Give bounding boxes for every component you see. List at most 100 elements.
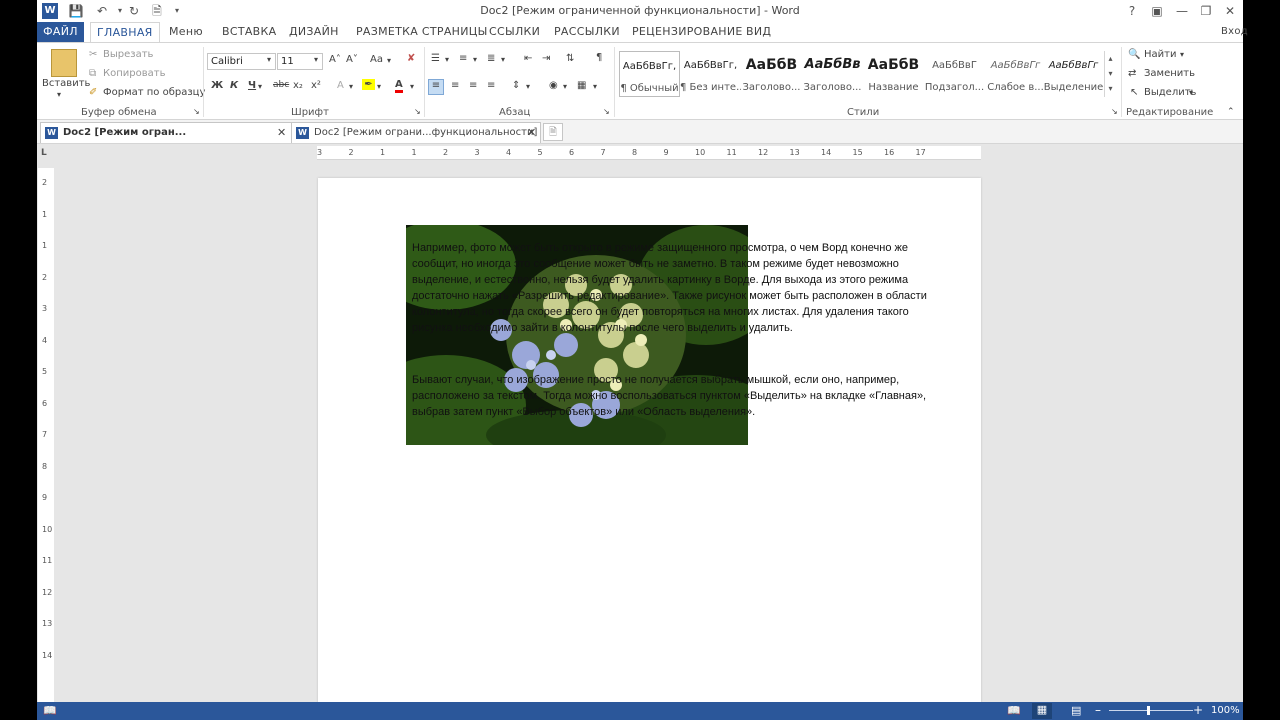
save-icon[interactable]: 💾 [67, 2, 85, 20]
decrease-indent-icon[interactable]: ⇤ [524, 53, 532, 64]
style-heading1[interactable]: АаБбВ Заголово... [741, 51, 802, 97]
tab-mailings[interactable]: РАССЫЛКИ [548, 22, 626, 42]
align-center-icon[interactable]: ≡ [451, 80, 459, 91]
zoom-in-icon[interactable]: + [1193, 703, 1203, 717]
undo-icon[interactable]: ↶ [93, 2, 111, 20]
zoom-level[interactable]: 100% [1211, 705, 1240, 716]
increase-indent-icon[interactable]: ⇥ [542, 53, 550, 64]
grow-font-icon[interactable]: A˄ [329, 54, 341, 65]
paragraph-1[interactable]: Например, фото может быть открыто в режи… [412, 240, 952, 336]
minimize-icon[interactable]: — [1171, 2, 1193, 20]
shading-icon[interactable]: ◉ [549, 80, 558, 91]
styles-scroll-icon[interactable]: ▴ ▾ ▾ [1104, 51, 1116, 97]
close-tab-icon[interactable]: ✕ [277, 123, 286, 143]
customize-qat-icon[interactable]: ▾ [168, 2, 186, 20]
line-spacing-icon[interactable]: ⇕ [512, 80, 520, 91]
zoom-slider-thumb[interactable] [1147, 706, 1150, 715]
tab-references[interactable]: ССЫЛКИ [483, 22, 546, 42]
underline-button[interactable]: Ч [248, 80, 256, 91]
borders-icon[interactable]: ▦ [577, 80, 586, 91]
copy-button[interactable]: Копировать [103, 68, 165, 79]
copy-icon[interactable]: ⧉ [89, 68, 96, 79]
style-emphasis[interactable]: АаБбВвГг Выделение [1043, 51, 1104, 97]
tab-file[interactable]: ФАЙЛ [37, 22, 84, 42]
cut-icon[interactable]: ✂ [89, 49, 97, 60]
strikethrough-button[interactable]: abc [273, 80, 289, 90]
document-body[interactable]: Например, фото может быть открыто в режи… [412, 240, 952, 456]
multilevel-dropdown-icon[interactable]: ▾ [501, 55, 505, 64]
help-button[interactable]: ? [1121, 2, 1143, 20]
clipboard-launcher-icon[interactable]: ↘ [193, 107, 200, 116]
paste-icon[interactable] [51, 49, 77, 77]
highlight-icon[interactable]: ✒ [362, 79, 375, 90]
change-case-button[interactable]: Aa [370, 54, 383, 65]
style-subtitle[interactable]: АаБбВвГ Подзагол... [924, 51, 985, 97]
select-icon[interactable]: ↖ [1130, 87, 1138, 98]
font-color-icon[interactable]: A [395, 79, 403, 93]
find-button[interactable]: Найти [1144, 49, 1176, 60]
select-dropdown-icon[interactable]: ▾ [1189, 88, 1193, 97]
bullets-icon[interactable]: ☰ [431, 53, 440, 64]
cut-button[interactable]: Вырезать [103, 49, 153, 60]
vertical-ruler[interactable]: 2 1 1 2 3 4 5 6 7 8 9 10 11 12 13 14 [38, 168, 54, 702]
style-subtle-emphasis[interactable]: АаБбВвГг Слабое в... [985, 51, 1046, 97]
subscript-button[interactable]: x₂ [293, 80, 303, 91]
font-name-dropdown-icon[interactable]: ▾ [267, 55, 271, 64]
text-effects-icon[interactable]: A [337, 80, 344, 91]
find-icon[interactable]: 🔍 [1128, 49, 1140, 60]
read-mode-icon[interactable]: 📖 [1007, 704, 1021, 717]
font-size-dropdown-icon[interactable]: ▾ [314, 55, 318, 64]
tab-insert[interactable]: ВСТАВКА [216, 22, 282, 42]
zoom-out-icon[interactable]: – [1095, 703, 1101, 717]
tab-selector-icon[interactable]: L [41, 148, 53, 160]
bold-button[interactable]: Ж [211, 80, 223, 91]
styles-launcher-icon[interactable]: ↘ [1111, 107, 1118, 116]
style-no-spacing[interactable]: АаБбВвГг, ¶ Без инте... [680, 51, 741, 97]
horizontal-ruler[interactable]: 3 2 1 1 2 3 4 5 6 7 8 9 10 11 12 13 14 15 16 17 [317, 146, 981, 160]
justify-icon[interactable]: ≡ [487, 80, 495, 91]
style-normal[interactable]: АаБбВвГг, ¶ Обычный [619, 51, 680, 97]
italic-button[interactable]: К [230, 80, 238, 91]
superscript-button[interactable]: x² [311, 80, 321, 91]
numbering-dropdown-icon[interactable]: ▾ [473, 55, 477, 64]
text-effects-dropdown-icon[interactable]: ▾ [349, 82, 353, 91]
proofing-icon[interactable]: 📖 [43, 704, 57, 717]
change-case-dropdown-icon[interactable]: ▾ [387, 56, 391, 65]
tab-review[interactable]: РЕЦЕНЗИРОВАНИЕ [626, 22, 749, 42]
shading-dropdown-icon[interactable]: ▾ [563, 82, 567, 91]
align-right-icon[interactable]: ≡ [469, 80, 477, 91]
style-heading2[interactable]: АаБбВв Заголово... [802, 51, 863, 97]
print-layout-icon[interactable]: ▦ [1032, 703, 1052, 719]
close-icon[interactable]: ✕ [1219, 2, 1241, 20]
tab-page-layout[interactable]: РАЗМЕТКА СТРАНИЦЫ [350, 22, 494, 42]
tab-menu[interactable]: Меню [163, 22, 209, 42]
clear-formatting-icon[interactable]: ✘ [407, 53, 415, 64]
tab-home[interactable]: ГЛАВНАЯ [90, 22, 160, 43]
web-layout-icon[interactable]: ▤ [1071, 704, 1081, 717]
replace-icon[interactable]: ⇄ [1128, 68, 1136, 79]
replace-button[interactable]: Заменить [1144, 68, 1195, 79]
close-tab-icon[interactable]: ✕ [527, 123, 536, 143]
restore-icon[interactable]: ❐ [1195, 2, 1217, 20]
numbering-icon[interactable]: ≡ [459, 53, 467, 64]
tab-view[interactable]: ВИД [740, 22, 777, 42]
format-painter-button[interactable]: Формат по образцу [103, 87, 205, 98]
font-name-combo[interactable]: Calibri [207, 53, 276, 70]
borders-dropdown-icon[interactable]: ▾ [593, 82, 597, 91]
zoom-slider[interactable] [1109, 710, 1193, 711]
sort-icon[interactable]: ⇅ [566, 53, 574, 64]
new-tab-icon[interactable]: 🗎 [543, 123, 563, 141]
paragraph-2[interactable]: Бывают случаи, что изображение просто не… [412, 372, 952, 420]
highlight-dropdown-icon[interactable]: ▾ [377, 82, 381, 91]
sign-in-link[interactable]: Вход [1215, 22, 1254, 42]
collapse-ribbon-icon[interactable]: ⌃ [1227, 107, 1235, 117]
paragraph-launcher-icon[interactable]: ↘ [603, 107, 610, 116]
show-marks-icon[interactable]: ¶ [596, 52, 602, 63]
document-page[interactable]: Например, фото может быть открыто в режи… [318, 178, 981, 702]
find-dropdown-icon[interactable]: ▾ [1180, 50, 1184, 59]
redo-icon[interactable]: ↻ [125, 2, 143, 20]
align-left-icon[interactable]: ≡ [428, 79, 444, 95]
paste-dropdown-icon[interactable]: ▾ [57, 90, 61, 99]
underline-dropdown-icon[interactable]: ▾ [258, 82, 262, 91]
font-color-dropdown-icon[interactable]: ▾ [410, 82, 414, 91]
